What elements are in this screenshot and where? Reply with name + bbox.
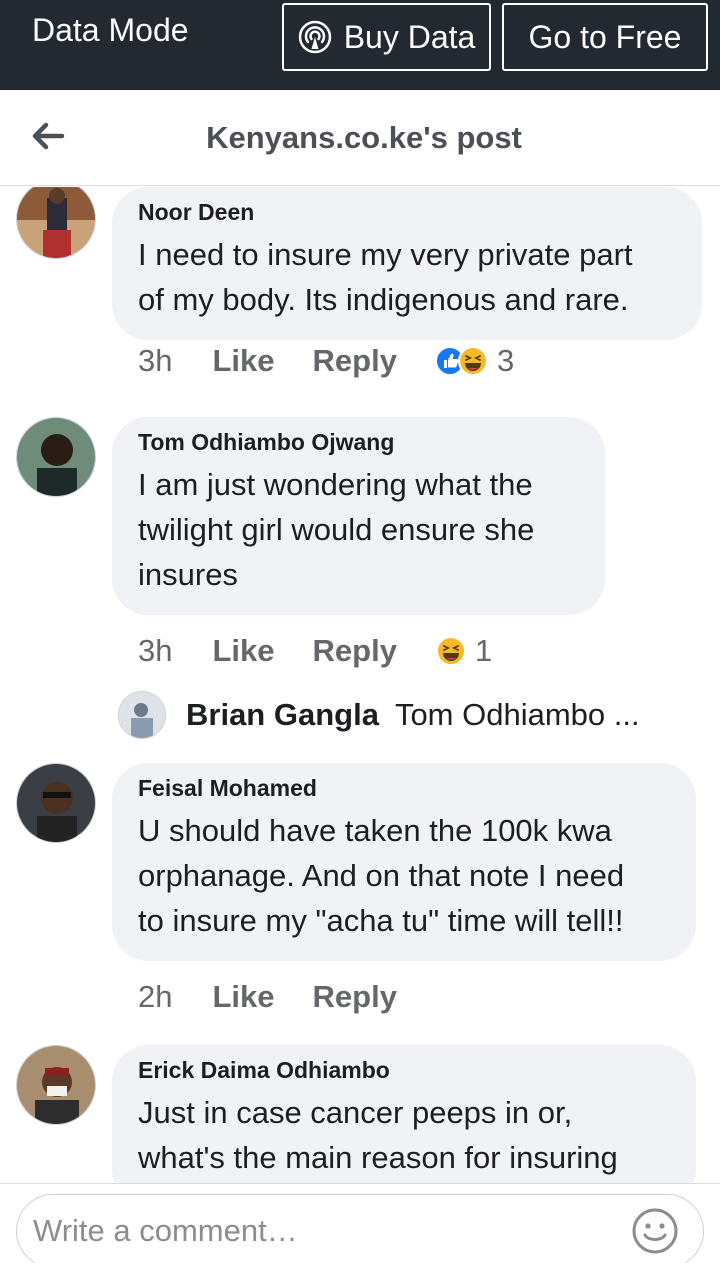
- commenter-name[interactable]: Noor Deen: [138, 199, 676, 226]
- like-button[interactable]: Like: [212, 343, 274, 379]
- comment-actions: 2h Like Reply: [138, 979, 435, 1015]
- comment-text: I need to insure my very private part of…: [138, 237, 633, 317]
- like-button[interactable]: Like: [212, 979, 274, 1015]
- data-mode-bar: Data Mode Buy Data Go to Free: [0, 0, 720, 90]
- commenter-name[interactable]: Feisal Mohamed: [138, 775, 670, 802]
- comment-text: I am just wondering what the twilight gi…: [138, 467, 535, 592]
- comment-bubble[interactable]: Noor Deen I need to insure my very priva…: [112, 187, 702, 340]
- reactions-summary[interactable]: 1: [435, 633, 492, 669]
- haha-reaction-icon: [435, 636, 466, 666]
- buy-data-label: Buy Data: [343, 18, 476, 55]
- comment-time: 3h: [138, 633, 173, 668]
- emoji-icon[interactable]: [631, 1207, 679, 1255]
- haha-reaction-icon: [457, 346, 488, 376]
- reactions-summary[interactable]: 3: [434, 343, 515, 379]
- go-to-free-label: Go to Free: [528, 18, 682, 55]
- comment-placeholder: Write a comment…: [33, 1213, 298, 1248]
- reply-button[interactable]: Reply: [313, 343, 397, 379]
- comment-text: U should have taken the 100k kwa orphana…: [138, 813, 625, 938]
- comment-actions: 3h Like Reply 3: [138, 343, 514, 379]
- avatar[interactable]: [16, 763, 96, 843]
- reaction-count: 3: [496, 343, 515, 378]
- reply-preview[interactable]: Brian Gangla Tom Odhiambo ...: [118, 691, 640, 739]
- avatar[interactable]: [16, 187, 96, 259]
- comment-time: 3h: [138, 343, 173, 378]
- commenter-name[interactable]: Tom Odhiambo Ojwang: [138, 429, 579, 456]
- comment-bubble[interactable]: Tom Odhiambo Ojwang I am just wondering …: [112, 417, 605, 615]
- reply-button[interactable]: Reply: [313, 633, 397, 669]
- avatar[interactable]: [16, 417, 96, 497]
- like-button[interactable]: Like: [212, 633, 274, 669]
- post-header: Kenyans.co.ke's post: [0, 90, 720, 186]
- go-to-free-button[interactable]: Go to Free: [502, 3, 708, 71]
- comment-time: 2h: [138, 979, 173, 1014]
- comment-composer: Write a comment…: [0, 1183, 720, 1263]
- reply-author: Brian Gangla: [186, 697, 379, 732]
- reply-button[interactable]: Reply: [313, 979, 397, 1015]
- comment-actions: 3h Like Reply 1: [138, 633, 492, 669]
- broadcast-icon: [298, 20, 331, 54]
- data-mode-label: Data Mode: [32, 12, 189, 48]
- avatar: [118, 691, 166, 739]
- page-title: Kenyans.co.ke's post: [206, 120, 522, 155]
- reaction-count: 1: [474, 633, 493, 668]
- buy-data-button[interactable]: Buy Data: [282, 3, 491, 71]
- comments-feed[interactable]: Noor Deen I need to insure my very priva…: [0, 187, 720, 1183]
- comment-text: Just in case cancer peeps in or, what's …: [138, 1095, 618, 1175]
- comment-bubble[interactable]: Feisal Mohamed U should have taken the 1…: [112, 763, 696, 961]
- comment-input[interactable]: Write a comment…: [16, 1194, 704, 1263]
- commenter-name[interactable]: Erick Daima Odhiambo: [138, 1057, 670, 1084]
- comment-bubble[interactable]: Erick Daima Odhiambo Just in case cancer…: [112, 1045, 696, 1183]
- avatar[interactable]: [16, 1045, 96, 1125]
- reply-text: Tom Odhiambo ...: [394, 697, 640, 732]
